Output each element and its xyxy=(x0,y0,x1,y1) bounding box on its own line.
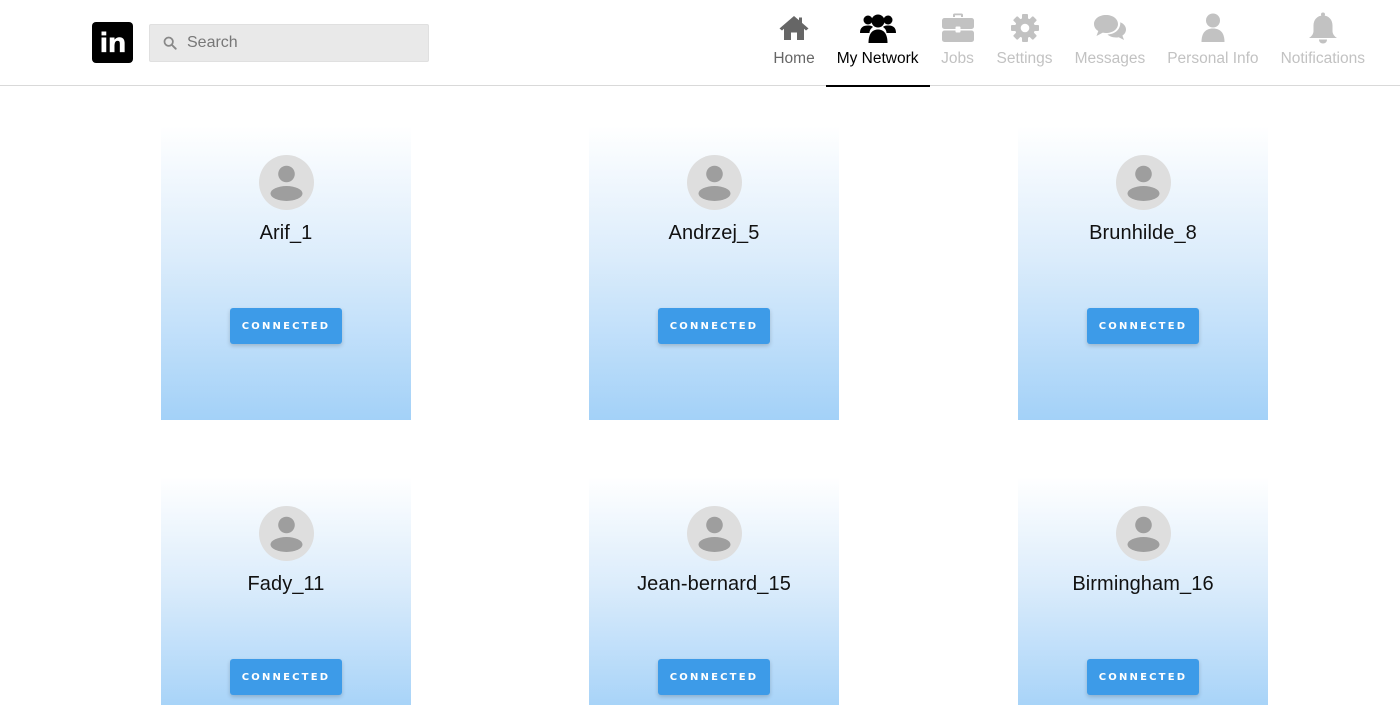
nav-item-home[interactable]: Home xyxy=(762,0,825,86)
bell-icon xyxy=(1308,11,1338,45)
nav-label-home: Home xyxy=(773,50,815,67)
top-navbar: in Home xyxy=(0,0,1400,87)
nav-item-notifications[interactable]: Notifications xyxy=(1270,0,1376,86)
connection-card: Jean-bernard_15 CONNECTED xyxy=(589,477,839,705)
briefcase-icon xyxy=(941,11,975,45)
connected-button[interactable]: CONNECTED xyxy=(1087,308,1199,344)
users-icon xyxy=(859,11,896,45)
avatar xyxy=(686,155,742,210)
avatar xyxy=(258,506,314,561)
connection-name: Jean-bernard_15 xyxy=(637,573,791,595)
nav-item-messages[interactable]: Messages xyxy=(1064,0,1157,86)
connected-button[interactable]: CONNECTED xyxy=(1087,659,1199,695)
home-icon xyxy=(778,11,810,45)
nav-item-settings[interactable]: Settings xyxy=(986,0,1064,86)
chat-icon xyxy=(1093,11,1127,45)
avatar-icon xyxy=(1127,165,1159,201)
avatar-icon xyxy=(698,516,730,552)
connection-card: Fady_11 CONNECTED xyxy=(161,477,411,705)
nav-item-jobs[interactable]: Jobs xyxy=(930,0,986,86)
nav-label-jobs: Jobs xyxy=(941,50,974,67)
avatar-icon xyxy=(698,165,730,201)
connection-name: Birmingham_16 xyxy=(1072,573,1214,595)
connected-button[interactable]: CONNECTED xyxy=(230,308,342,344)
connected-button[interactable]: CONNECTED xyxy=(658,308,770,344)
connected-button[interactable]: CONNECTED xyxy=(230,659,342,695)
avatar xyxy=(1115,506,1171,561)
search-icon xyxy=(163,36,177,50)
connection-card: Andrzej_5 CONNECTED xyxy=(589,126,839,420)
connection-name: Andrzej_5 xyxy=(668,222,760,244)
connection-name: Arif_1 xyxy=(259,222,313,244)
connection-card: Brunhilde_8 CONNECTED xyxy=(1018,126,1268,420)
connection-name: Fady_11 xyxy=(247,573,325,595)
connected-button[interactable]: CONNECTED xyxy=(658,659,770,695)
connection-card: Arif_1 CONNECTED xyxy=(161,126,411,420)
nav-label-notifications: Notifications xyxy=(1280,50,1365,67)
main-nav: Home My Network Jobs Settings Messages P… xyxy=(762,0,1376,87)
logo[interactable]: in xyxy=(92,22,133,63)
avatar xyxy=(686,506,742,561)
search-bar[interactable] xyxy=(149,24,429,62)
avatar xyxy=(1115,155,1171,210)
avatar-icon xyxy=(1127,516,1159,552)
user-icon xyxy=(1200,11,1226,45)
connection-name: Brunhilde_8 xyxy=(1089,222,1197,244)
gear-icon xyxy=(1010,11,1040,45)
nav-label-messages: Messages xyxy=(1074,50,1146,67)
avatar xyxy=(258,155,314,210)
avatar-icon xyxy=(270,165,302,201)
nav-item-personal-info[interactable]: Personal Info xyxy=(1156,0,1269,86)
nav-label-settings: Settings xyxy=(996,50,1053,67)
nav-label-personal-info: Personal Info xyxy=(1167,50,1259,67)
connection-card: Birmingham_16 CONNECTED xyxy=(1018,477,1268,705)
logo-text: in xyxy=(99,27,127,59)
search-input[interactable] xyxy=(187,34,417,52)
avatar-icon xyxy=(270,516,302,552)
nav-label-my-network: My Network xyxy=(836,50,919,67)
nav-item-my-network[interactable]: My Network xyxy=(825,0,930,87)
